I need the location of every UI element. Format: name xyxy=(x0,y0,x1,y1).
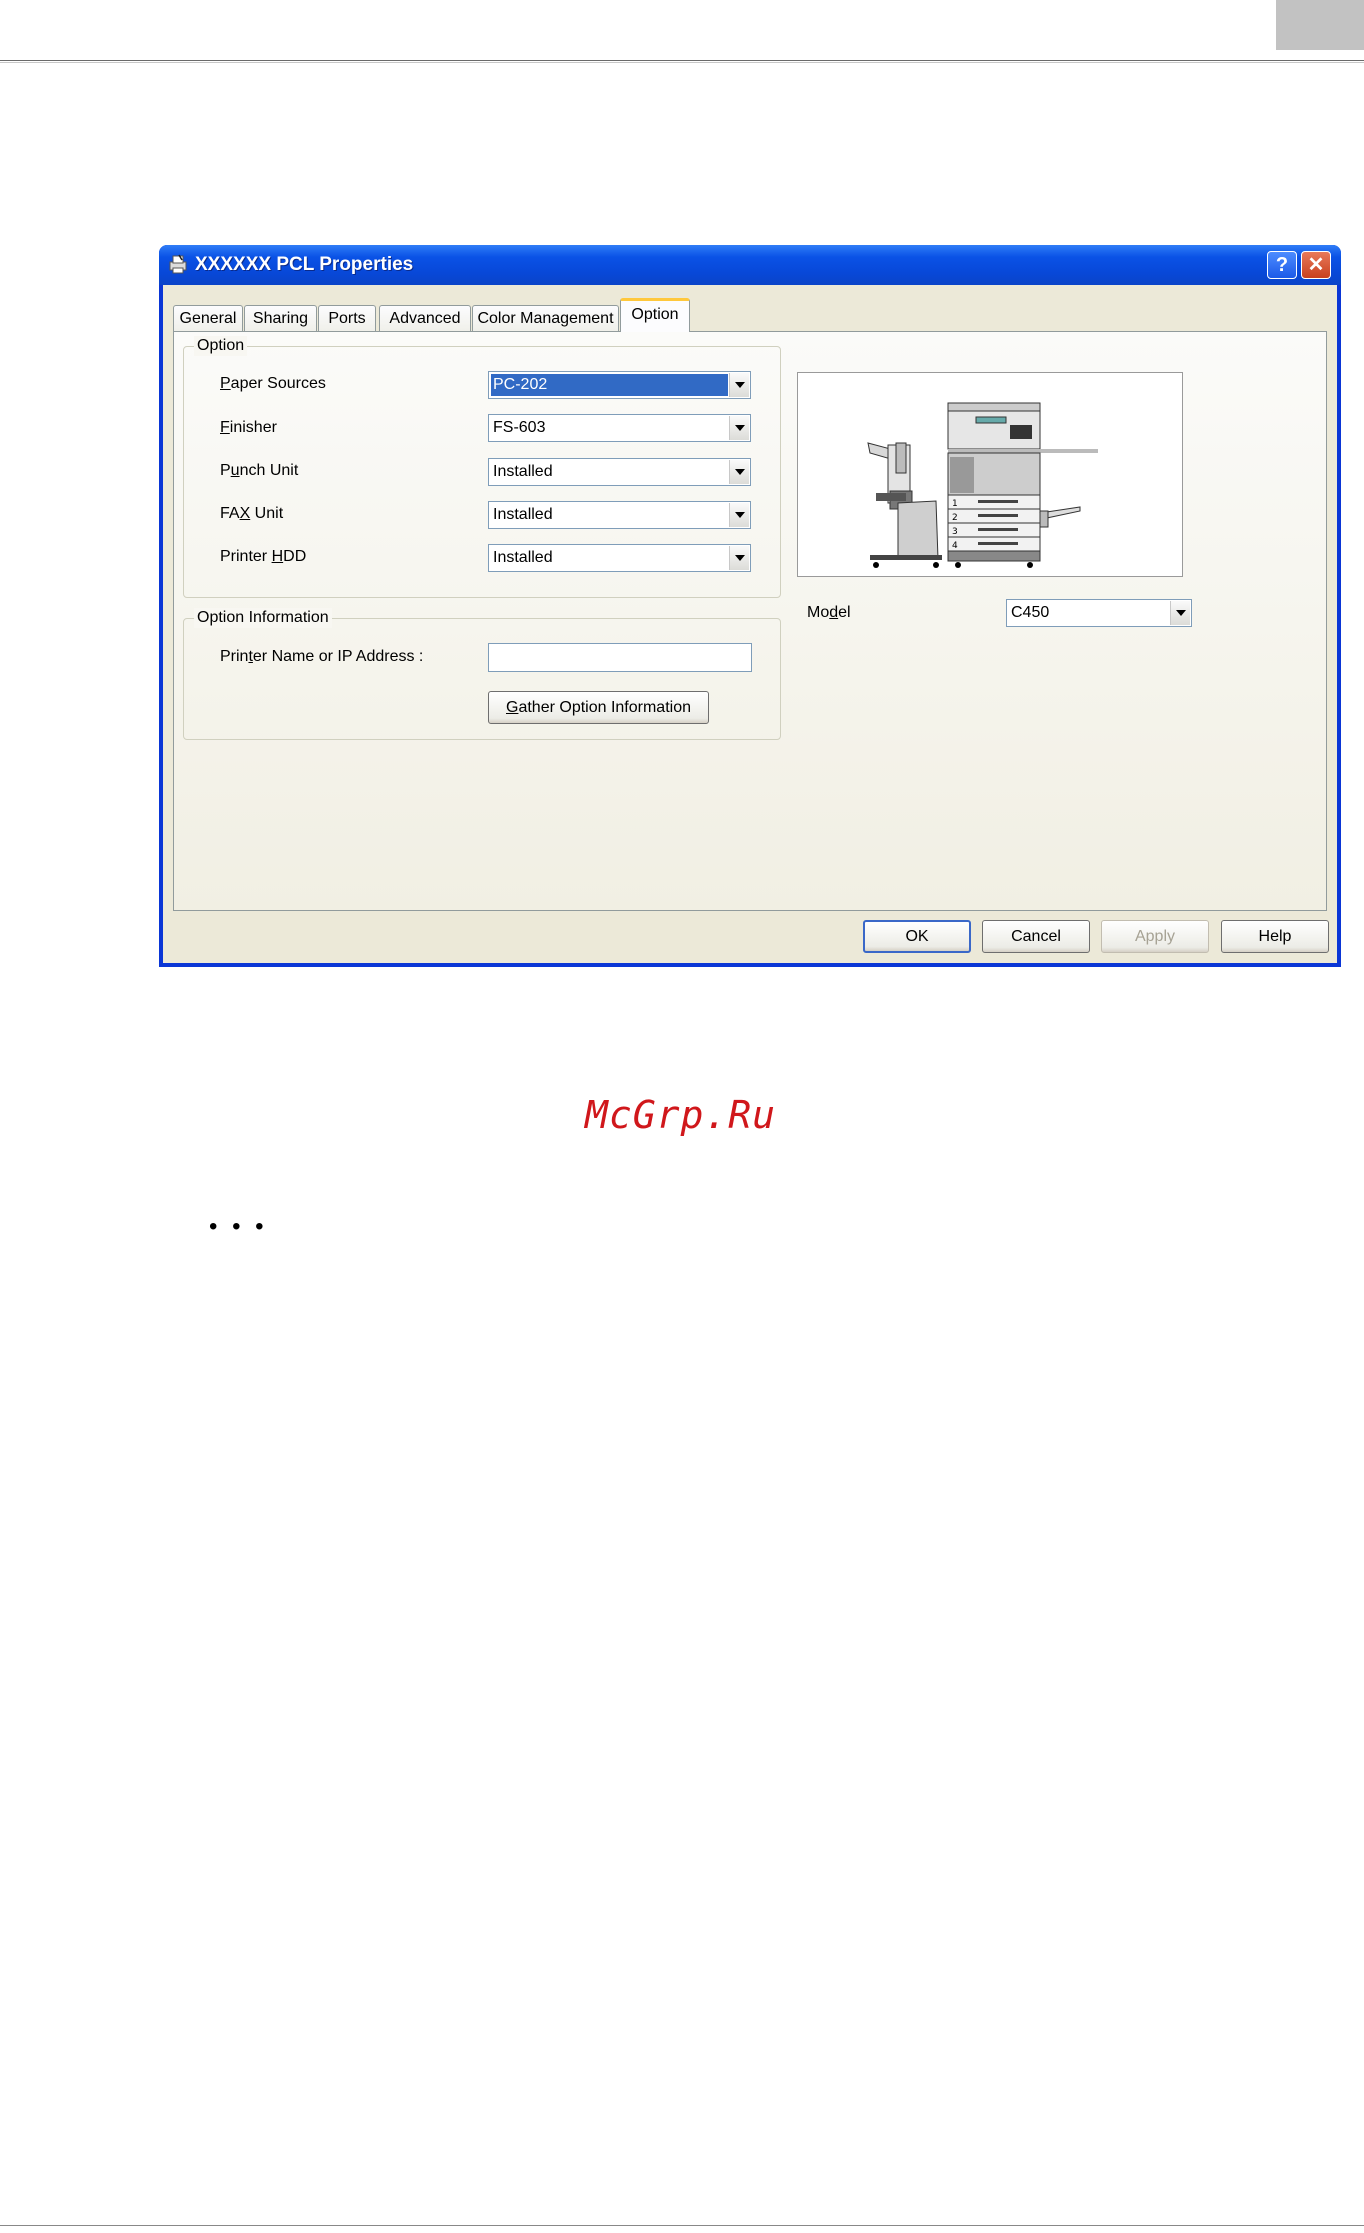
tab-ports[interactable]: Ports xyxy=(318,305,376,331)
ok-button[interactable]: OK xyxy=(863,920,971,953)
punch-unit-label: Punch Unit xyxy=(220,462,299,479)
page-corner-tab xyxy=(1276,0,1364,50)
finisher-label: Finisher xyxy=(220,419,277,436)
paper-sources-value: PC-202 xyxy=(491,374,728,396)
model-label: Model xyxy=(807,604,851,621)
fax-unit-label: FAX Unit xyxy=(220,505,284,522)
finisher-value: FS-603 xyxy=(493,419,546,436)
option-information-label: Option Information xyxy=(194,608,332,628)
gather-option-information-button[interactable]: Gather Option Information xyxy=(488,691,709,724)
tray-2-label: 2 xyxy=(952,513,958,523)
option-information-group: Option Information Printer Name or IP Ad… xyxy=(183,608,781,740)
close-title-button[interactable]: ✕ xyxy=(1301,251,1331,279)
tray-3-label: 3 xyxy=(952,527,958,537)
printer-name-input[interactable] xyxy=(488,643,752,672)
fax-unit-select[interactable]: Installed xyxy=(488,501,751,529)
fax-unit-value: Installed xyxy=(493,506,553,523)
tab-option[interactable]: Option xyxy=(620,298,690,332)
option-group: Option Paper Sources PC-202 Finisher FS-… xyxy=(183,336,781,598)
chevron-down-icon[interactable] xyxy=(729,546,749,570)
printer-hdd-label: Printer HDD xyxy=(220,548,307,565)
finisher-select[interactable]: FS-603 xyxy=(488,414,751,442)
printer-hdd-select[interactable]: Installed xyxy=(488,544,751,572)
tray-4-label: 4 xyxy=(952,541,958,551)
punch-unit-value: Installed xyxy=(493,463,553,480)
printer-icon xyxy=(169,254,187,274)
copier-illustration: 1 2 3 4 xyxy=(867,402,1098,568)
model-select[interactable]: C450 xyxy=(1006,599,1192,627)
chevron-down-icon[interactable] xyxy=(1170,601,1190,625)
tab-general[interactable]: General xyxy=(173,305,243,331)
tab-color-management[interactable]: Color Management xyxy=(472,305,619,331)
chevron-down-icon[interactable] xyxy=(729,416,749,440)
help-title-button[interactable]: ? xyxy=(1267,251,1297,279)
printer-preview: 1 2 3 4 xyxy=(797,372,1183,577)
footer-rule xyxy=(0,2225,1364,2226)
dialog-title: XXXXXX PCL Properties xyxy=(195,254,414,275)
tab-sharing[interactable]: Sharing xyxy=(244,305,317,331)
option-group-label: Option xyxy=(194,336,248,356)
model-value: C450 xyxy=(1011,604,1050,621)
watermark-text: McGrp.Ru xyxy=(585,1093,777,1137)
printer-name-label: Printer Name or IP Address : xyxy=(220,648,424,665)
cancel-button[interactable]: Cancel xyxy=(982,920,1090,953)
chevron-down-icon[interactable] xyxy=(729,460,749,484)
header-rule-shadow xyxy=(0,62,1364,63)
properties-dialog: XXXXXX PCL Properties ? ✕ General Sharin… xyxy=(159,245,1341,967)
header-rule xyxy=(0,60,1364,61)
paper-sources-select[interactable]: PC-202 xyxy=(488,371,751,399)
chevron-down-icon[interactable] xyxy=(729,503,749,527)
apply-button[interactable]: Apply xyxy=(1101,920,1209,953)
ellipsis-dots: • • • xyxy=(209,1213,268,1240)
title-bar[interactable]: XXXXXX PCL Properties ? ✕ xyxy=(159,245,1341,285)
help-button[interactable]: Help xyxy=(1221,920,1329,953)
paper-sources-label: Paper Sources xyxy=(220,375,326,392)
tab-advanced[interactable]: Advanced xyxy=(379,305,471,331)
chevron-down-icon[interactable] xyxy=(729,373,749,397)
punch-unit-select[interactable]: Installed xyxy=(488,458,751,486)
printer-hdd-value: Installed xyxy=(493,549,553,566)
tray-1-label: 1 xyxy=(952,499,958,509)
